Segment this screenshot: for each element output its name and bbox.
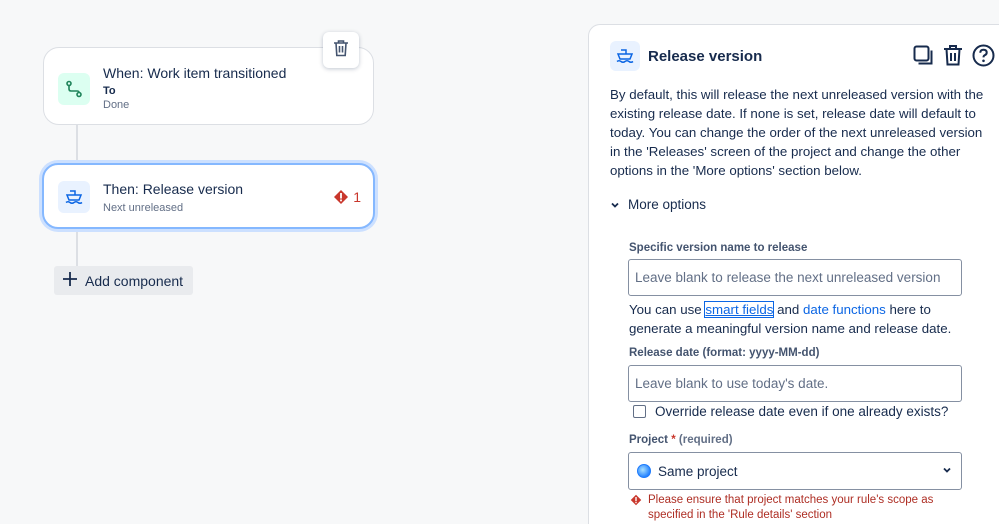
release-date-input[interactable] — [628, 365, 962, 402]
project-label: Project * (required) — [629, 434, 733, 446]
project-avatar — [637, 464, 651, 478]
project-error: Please ensure that project matches your … — [630, 493, 970, 523]
error-badge: 1 — [333, 189, 361, 205]
error-icon — [334, 190, 349, 204]
error-count: 1 — [353, 189, 361, 205]
more-options-label: More options — [628, 197, 707, 212]
trigger-value: Done — [103, 99, 130, 111]
add-component-button[interactable]: Add component — [54, 266, 194, 295]
duplicate-icon[interactable] — [911, 43, 935, 67]
helper-prefix: You can use — [629, 302, 706, 317]
release-date-label: Release date (format: yyyy-MM-dd) — [629, 347, 820, 359]
smart-fields-link[interactable]: smart fields — [704, 301, 775, 318]
ship-icon — [610, 41, 640, 71]
required-text: (required) — [678, 434, 733, 446]
trash-icon — [333, 39, 349, 62]
panel-title: Release version — [648, 47, 763, 65]
chevron-down-icon — [611, 202, 619, 208]
project-value: Same project — [658, 463, 738, 479]
error-icon — [630, 494, 642, 506]
required-star: * — [671, 434, 676, 446]
action-subtitle: Next unreleased — [103, 202, 184, 214]
action-title: Then: Release version — [103, 181, 244, 197]
panel-actions — [911, 43, 995, 67]
connector-line — [76, 125, 78, 164]
plus-icon — [62, 271, 78, 290]
action-card-release-version[interactable]: Then: Release version Next unreleased 1 — [42, 163, 375, 229]
more-options-toggle[interactable]: More options — [610, 197, 706, 212]
help-icon[interactable] — [971, 43, 995, 67]
override-date-label: Override release date even if one alread… — [655, 404, 949, 419]
project-label-text: Project — [629, 434, 668, 446]
transition-icon — [58, 73, 90, 105]
version-name-label: Specific version name to release — [629, 242, 808, 254]
helper-text: You can use smart fields and date functi… — [629, 300, 969, 338]
trigger-label: To — [103, 85, 116, 97]
override-date-row[interactable]: Override release date even if one alread… — [633, 404, 948, 419]
helper-and: and — [773, 302, 803, 317]
trigger-title: When: Work item transitioned — [103, 65, 287, 81]
panel-header: Release version — [610, 41, 995, 71]
override-date-checkbox[interactable] — [633, 405, 646, 418]
chevron-down-icon — [941, 464, 953, 479]
project-select[interactable]: Same project — [628, 452, 962, 490]
date-functions-link[interactable]: date functions — [803, 302, 886, 317]
connector-line — [76, 231, 78, 267]
delete-trigger-button[interactable] — [323, 32, 359, 68]
version-name-input[interactable] — [628, 259, 962, 296]
rule-canvas: When: Work item transitioned To Done The… — [0, 0, 588, 524]
component-config-panel: Release version By default, this will re… — [588, 24, 999, 524]
add-component-label: Add component — [85, 272, 184, 289]
project-error-text: Please ensure that project matches your … — [648, 494, 934, 521]
trash-icon[interactable] — [941, 43, 965, 67]
panel-description: By default, this will release the next u… — [610, 87, 984, 178]
ship-icon — [58, 181, 90, 213]
